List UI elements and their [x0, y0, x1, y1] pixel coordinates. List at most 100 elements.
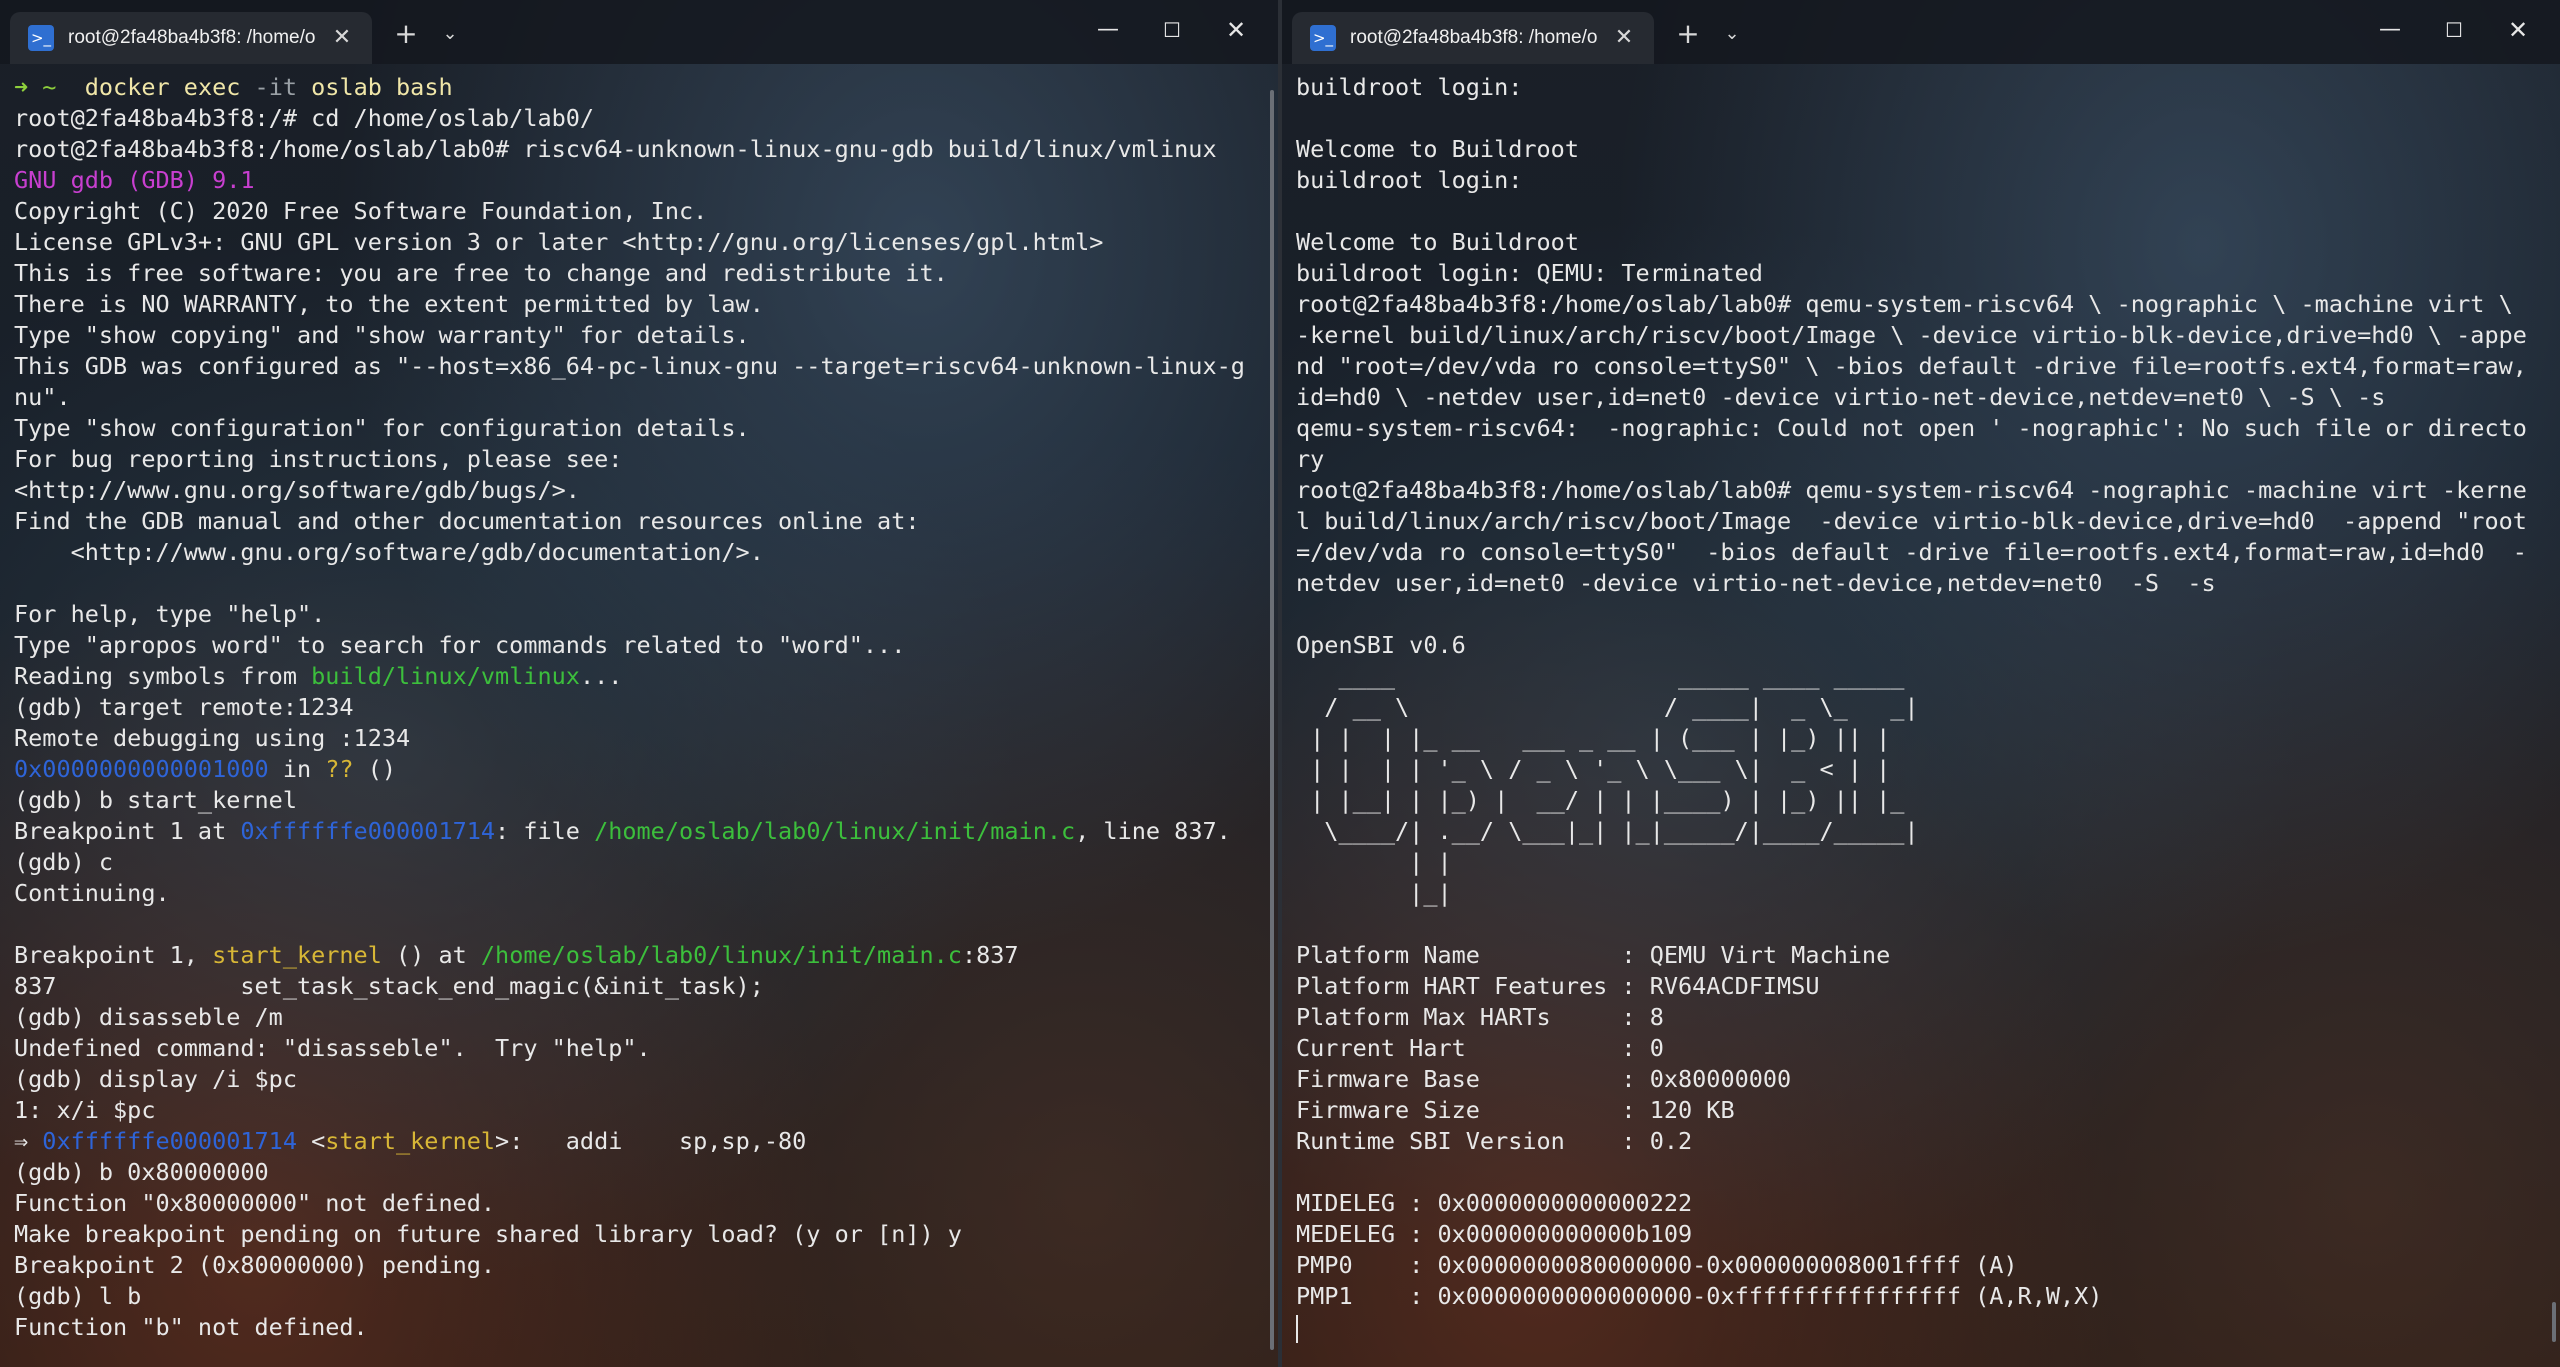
minimize-button[interactable]: —: [2362, 10, 2418, 50]
terminal-line: Type "show configuration" for configurat…: [14, 413, 1264, 444]
terminal-text: oslab bash: [297, 73, 453, 101]
terminal-line: | | | | '_ \ / _ \ '_ \ \___ \| _ < | |: [1296, 754, 2546, 785]
terminal-line: | |__| | |_) | __/ | | |____) | |_) || |…: [1296, 785, 2546, 816]
terminal-line: There is NO WARRANTY, to the extent perm…: [14, 289, 1264, 320]
terminal-line: Runtime SBI Version : 0.2: [1296, 1126, 2546, 1157]
terminal-line: Firmware Base : 0x80000000: [1296, 1064, 2546, 1095]
terminal-text: \____/| .__/ \___|_| |_|_____/|____/____…: [1296, 817, 1919, 845]
terminal-text: root@2fa48ba4b3f8:/home/oslab/lab0# qemu…: [1296, 290, 2513, 318]
terminal-text: >: addi sp,sp,-80: [495, 1127, 807, 1155]
title-bar[interactable]: >_ root@2fa48ba4b3f8: /home/o ✕ + ⌄ — ☐ …: [1282, 0, 2560, 64]
terminal-line: (gdb) target remote:1234: [14, 692, 1264, 723]
terminal-text: root@2fa48ba4b3f8:/home/oslab/lab0# risc…: [14, 135, 1217, 163]
terminal-line: 1: x/i $pc: [14, 1095, 1264, 1126]
terminal-text: GNU gdb (GDB) 9.1: [14, 166, 255, 194]
title-bar[interactable]: >_ root@2fa48ba4b3f8: /home/o ✕ + ⌄ — ☐ …: [0, 0, 1278, 64]
terminal-line: qemu-system-riscv64: -nographic: Could n…: [1296, 413, 2546, 444]
terminal-text: Type "show configuration" for configurat…: [14, 414, 750, 442]
terminal-line: OpenSBI v0.6: [1296, 630, 2546, 661]
scrollbar[interactable]: [1270, 90, 1274, 1350]
terminal-text: root@2fa48ba4b3f8:/home/oslab/lab0# qemu…: [1296, 476, 2527, 504]
terminal-text: Continuing.: [14, 879, 170, 907]
close-tab-icon[interactable]: ✕: [1610, 24, 1638, 52]
terminal-line: root@2fa48ba4b3f8:/home/oslab/lab0# risc…: [14, 134, 1264, 165]
terminal-line: Welcome to Buildroot: [1296, 134, 2546, 165]
terminal-text: OpenSBI v0.6: [1296, 631, 1466, 659]
terminal-text: docker: [56, 73, 184, 101]
minimize-button[interactable]: —: [1080, 10, 1136, 50]
terminal-text: | | | |_ __ ___ _ __ | (___ | |_) || |: [1296, 724, 1891, 752]
terminal-input-line[interactable]: [1296, 1312, 2546, 1343]
terminal-text: | |__| | |_) | __/ | | |____) | |_) || |…: [1296, 786, 1905, 814]
terminal-line: (gdb) b start_kernel: [14, 785, 1264, 816]
terminal-window-right[interactable]: >_ root@2fa48ba4b3f8: /home/o ✕ + ⌄ — ☐ …: [1282, 0, 2560, 1367]
terminal-line: Breakpoint 2 (0x80000000) pending.: [14, 1250, 1264, 1281]
terminal-text: exec: [183, 73, 255, 101]
terminal-line: (gdb) display /i $pc: [14, 1064, 1264, 1095]
terminal-line: / __ \ / ____| _ \_ _|: [1296, 692, 2546, 723]
terminal-text: root@2fa48ba4b3f8:/# cd /home/oslab/lab0…: [14, 104, 595, 132]
terminal-text: : file: [495, 817, 595, 845]
terminal-line: buildroot login: QEMU: Terminated: [1296, 258, 2546, 289]
terminal-text: =/dev/vda ro console=ttyS0" -bios defaul…: [1296, 538, 2527, 566]
terminal-output[interactable]: ➜ ~ docker exec -it oslab bash root@2fa48…: [0, 64, 1278, 1367]
terminal-text: buildroot login: QEMU: Terminated: [1296, 259, 1763, 287]
terminal-tab[interactable]: >_ root@2fa48ba4b3f8: /home/o ✕: [10, 12, 372, 64]
terminal-line: Remote debugging using :1234: [14, 723, 1264, 754]
tab-title: root@2fa48ba4b3f8: /home/o: [68, 27, 316, 48]
terminal-text: <: [296, 1127, 326, 1155]
terminal-window-left[interactable]: >_ root@2fa48ba4b3f8: /home/o ✕ + ⌄ — ☐ …: [0, 0, 1278, 1367]
terminal-line: l build/linux/arch/riscv/boot/Image -dev…: [1296, 506, 2546, 537]
terminal-line: For bug reporting instructions, please s…: [14, 444, 1264, 475]
terminal-text: id=hd0 \ -netdev user,id=net0 -device vi…: [1296, 383, 2386, 411]
terminal-text: nu".: [14, 383, 71, 411]
terminal-text: (gdb) disasseble /m: [14, 1003, 283, 1031]
close-tab-icon[interactable]: ✕: [328, 24, 356, 52]
terminal-text: () at: [381, 941, 481, 969]
terminal-line: ____ _____ ____ _____: [1296, 661, 2546, 692]
terminal-line: =/dev/vda ro console=ttyS0" -bios defaul…: [1296, 537, 2546, 568]
terminal-text: qemu-system-riscv64: -nographic: Could n…: [1296, 414, 2527, 442]
terminal-text: | | | | '_ \ / _ \ '_ \ \___ \| _ < | |: [1296, 755, 1891, 783]
terminal-text: Welcome to Buildroot: [1296, 228, 1579, 256]
terminal-text: MEDELEG : 0x000000000000b109: [1296, 1220, 1693, 1248]
scrollbar[interactable]: [2552, 1302, 2556, 1342]
terminal-line: netdev user,id=net0 -device virtio-net-d…: [1296, 568, 2546, 599]
terminal-text: Undefined command: "disasseble". Try "he…: [14, 1034, 651, 1062]
terminal-output[interactable]: buildroot login: Welcome to Buildroot buil…: [1282, 64, 2560, 1367]
terminal-text: ➜: [14, 73, 43, 101]
terminal-line: This is free software: you are free to c…: [14, 258, 1264, 289]
maximize-button[interactable]: ☐: [1144, 10, 1200, 50]
terminal-text: in: [268, 755, 326, 783]
terminal-line: root@2fa48ba4b3f8:/# cd /home/oslab/lab0…: [14, 103, 1264, 134]
close-window-button[interactable]: ✕: [1208, 10, 1264, 50]
terminal-text: Platform Max HARTs : 8: [1296, 1003, 1664, 1031]
maximize-button[interactable]: ☐: [2426, 10, 2482, 50]
terminal-text: :837: [961, 941, 1019, 969]
terminal-text: | |: [1296, 848, 1452, 876]
terminal-text: start_kernel: [325, 1127, 496, 1155]
new-tab-button[interactable]: +: [1668, 14, 1708, 54]
terminal-text: /home/oslab/lab0/linux/init/main.c: [594, 817, 1076, 845]
terminal-text: Welcome to Buildroot: [1296, 135, 1579, 163]
terminal-line: buildroot login:: [1296, 72, 2546, 103]
chevron-down-icon[interactable]: ⌄: [430, 14, 470, 54]
terminal-line: Make breakpoint pending on future shared…: [14, 1219, 1264, 1250]
terminal-text: buildroot login:: [1296, 166, 1523, 194]
terminal-tab[interactable]: >_ root@2fa48ba4b3f8: /home/o ✕: [1292, 12, 1654, 64]
terminal-line: Function "0x80000000" not defined.: [14, 1188, 1264, 1219]
chevron-down-icon[interactable]: ⌄: [1712, 14, 1752, 54]
terminal-text: There is NO WARRANTY, to the extent perm…: [14, 290, 764, 318]
terminal-text: Platform HART Features : RV64ACDFIMSU: [1296, 972, 1820, 1000]
terminal-text: / __ \ / ____| _ \_ _|: [1296, 693, 1919, 721]
terminal-text: (gdb) b 0x80000000: [14, 1158, 269, 1186]
close-window-button[interactable]: ✕: [2490, 10, 2546, 50]
terminal-text: License GPLv3+: GNU GPL version 3 or lat…: [14, 228, 1104, 256]
terminal-text: |_|: [1296, 879, 1452, 907]
terminal-text: For help, type "help".: [14, 600, 326, 628]
new-tab-button[interactable]: +: [386, 14, 426, 54]
terminal-text: Breakpoint 1 at: [14, 817, 241, 845]
terminal-text: Make breakpoint pending on future shared…: [14, 1220, 962, 1248]
terminal-line: <http://www.gnu.org/software/gdb/documen…: [14, 537, 1264, 568]
